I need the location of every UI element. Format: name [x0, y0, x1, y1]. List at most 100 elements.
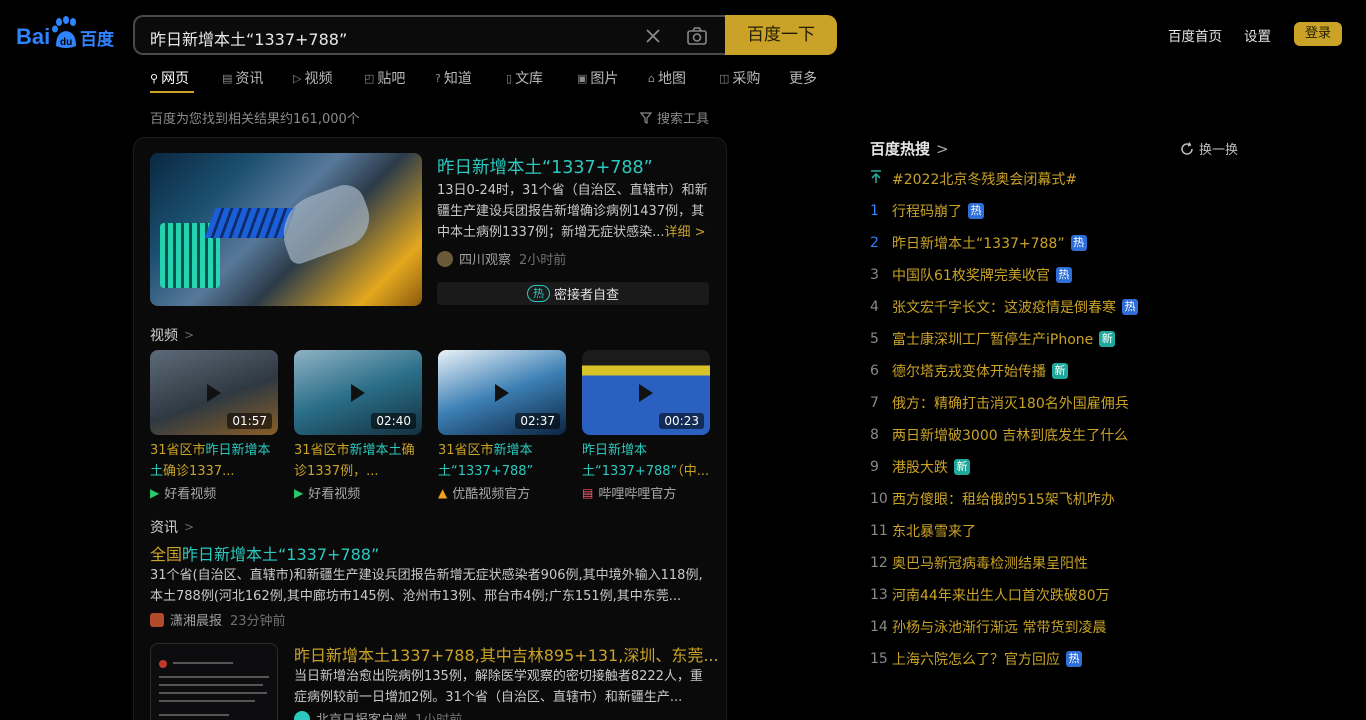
video-title[interactable]: 31省区市新增本土确诊1337例，...: [294, 440, 422, 482]
hot-item-text: 西方傻眼：租给俄的515架飞机咋办: [892, 492, 1115, 508]
tab-web[interactable]: ⚲ 网页: [150, 68, 189, 88]
search-button[interactable]: 百度一下: [725, 15, 837, 55]
news-title[interactable]: 昨日新增本土1337+788,其中吉林895+131,深圳、东莞...: [294, 642, 719, 666]
chevron-right-icon: >: [184, 520, 195, 534]
filter-icon: [640, 111, 652, 124]
video-source[interactable]: ▲ 优酷视频官方: [438, 483, 530, 503]
hot-list-title[interactable]: 百度热搜 >: [870, 138, 949, 159]
hot-list-item[interactable]: #2022北京冬残奥会闭幕式#: [870, 169, 1077, 189]
hot-list-item[interactable]: 11 东北暴雪来了: [870, 521, 976, 541]
search-tools-button[interactable]: 搜索工具: [640, 108, 709, 127]
settings-link[interactable]: 设置: [1244, 25, 1271, 45]
hot-list-item[interactable]: 8 两日新增破3000 吉林到底发生了什么: [870, 425, 1128, 445]
top-result-title[interactable]: 昨日新增本土“1337+788”: [437, 154, 653, 179]
svg-text:百度: 百度: [80, 29, 115, 50]
source-avatar-icon: [150, 612, 164, 627]
tieba-icon: ◰: [364, 71, 375, 85]
related-hot-tag[interactable]: 热 密接者自查: [437, 282, 709, 305]
video-title[interactable]: 昨日新增本土“1337+788”（中...: [582, 440, 710, 482]
hot-badge: 热: [1070, 235, 1087, 251]
hot-item-text: 张文宏千字长文：这波疫情是倒春寒: [892, 300, 1116, 316]
hot-list-item[interactable]: 14 孙杨与泳池渐行渐远 常带货到凌晨: [870, 617, 1106, 637]
news-desc: 当日新增治愈出院病例135例，解除医学观察的密切接触者8222人，重症病例较前一…: [294, 669, 703, 705]
bilibili-icon: ▤: [582, 485, 594, 500]
tab-zhidao[interactable]: ? 知道: [435, 68, 472, 88]
hot-item-text: 孙杨与泳池渐行渐远 常带货到凌晨: [892, 620, 1107, 636]
hot-list-item[interactable]: 9 港股大跌新: [870, 457, 970, 477]
svg-text:du: du: [60, 37, 72, 48]
play-icon: [639, 384, 653, 402]
refresh-button[interactable]: 换一换: [1180, 139, 1238, 158]
hot-item-text: 河南44年来出生人口首次跌破80万: [892, 588, 1110, 604]
hot-list-item[interactable]: 3 中国队61枚奖牌完美收官热: [870, 265, 1072, 285]
pin-top-icon: [870, 170, 892, 188]
hot-list-item[interactable]: 13 河南44年来出生人口首次跌破80万: [870, 585, 1110, 605]
hot-item-text: 俄方：精确打击消灭180名外国雇佣兵: [892, 396, 1129, 412]
hot-rank: 15: [870, 651, 888, 667]
hot-rank: 4: [870, 299, 879, 315]
tab-images[interactable]: ▣ 图片: [577, 68, 618, 88]
news-title[interactable]: 全国昨日新增本土“1337+788”: [150, 541, 379, 565]
chevron-right-icon: >: [936, 139, 949, 158]
source-avatar-icon: [437, 250, 453, 267]
hot-item-text: 东北暴雪来了: [892, 524, 976, 540]
active-tab-underline: [150, 91, 194, 93]
hot-rank: 10: [870, 491, 888, 507]
image-icon: ▣: [577, 71, 588, 85]
search-input-value[interactable]: 昨日新增本土“1337+788”: [150, 26, 347, 50]
hot-badge: 热: [1066, 651, 1082, 667]
hot-list-item[interactable]: 15 上海六院怎么了？官方回应热: [870, 649, 1082, 669]
hot-rank: 3: [870, 267, 879, 283]
hot-list-item[interactable]: 10 西方傻眼：租给俄的515架飞机咋办: [870, 489, 1115, 509]
video-source[interactable]: ▶ 好看视频: [150, 483, 216, 503]
map-icon: ⌂: [648, 71, 655, 85]
chevron-right-icon: >: [184, 328, 195, 342]
hot-rank: 14: [870, 619, 888, 635]
hot-list-item[interactable]: 6 德尔塔克戎变体开始传播新: [870, 361, 1068, 381]
hot-list-item[interactable]: 5 富士康深圳工厂暂停生产iPhone 新: [870, 329, 1116, 349]
tab-tieba[interactable]: ◰ 贴吧: [364, 68, 405, 88]
top-result-image[interactable]: [150, 153, 422, 306]
hot-rank: 12: [870, 555, 888, 571]
tab-shop[interactable]: ◫ 采购: [719, 68, 760, 88]
top-result-source[interactable]: 四川观察 2小时前: [437, 249, 566, 268]
news-source[interactable]: 潇湘晨报 23分钟前: [150, 610, 286, 629]
video-thumbnail[interactable]: 02:40: [294, 350, 422, 435]
news-thumbnail[interactable]: [150, 643, 278, 720]
baidu-logo[interactable]: Bai du 百度: [16, 16, 118, 52]
news-section-label[interactable]: 资讯 >: [150, 517, 194, 537]
search-input[interactable]: 昨日新增本土“1337+788”: [133, 15, 733, 55]
shop-icon: ◫: [719, 71, 730, 85]
video-section-label[interactable]: 视频 >: [150, 325, 194, 345]
video-thumbnail[interactable]: 00:23: [582, 350, 710, 435]
close-icon[interactable]: [643, 26, 663, 46]
tab-video[interactable]: ▷ 视频: [293, 68, 332, 88]
camera-icon[interactable]: [686, 25, 708, 47]
new-badge: 新: [1052, 363, 1068, 379]
hot-list-item[interactable]: 12 奥巴马新冠病毒检测结果呈阳性: [870, 553, 1088, 573]
tab-map[interactable]: ⌂ 地图: [648, 68, 686, 88]
hot-rank: 8: [870, 427, 879, 443]
detail-link[interactable]: 详细 >: [664, 225, 705, 240]
hot-list-item[interactable]: 2 昨日新增本土“1337+788” 热: [870, 233, 1087, 253]
hot-rank: 7: [870, 395, 879, 411]
video-title[interactable]: 31省区市新增本土“1337+788”: [438, 440, 566, 482]
news-source[interactable]: 北京日报客户端 1小时前: [294, 709, 462, 720]
hot-list-item[interactable]: 7 俄方：精确打击消灭180名外国雇佣兵: [870, 393, 1129, 413]
hot-item-text: 昨日新增本土“1337+788”: [892, 236, 1065, 252]
tab-more[interactable]: 更多: [789, 68, 817, 88]
hot-list-item[interactable]: 4 张文宏千字长文：这波疫情是倒春寒热: [870, 297, 1138, 317]
search-icon: ⚲: [150, 71, 159, 85]
tab-wenku[interactable]: ▯ 文库: [506, 68, 543, 88]
video-source[interactable]: ▶ 好看视频: [294, 483, 360, 503]
login-button[interactable]: 登录: [1294, 22, 1342, 46]
home-link[interactable]: 百度首页: [1168, 25, 1222, 45]
video-source[interactable]: ▤ 哔哩哔哩官方: [582, 483, 676, 503]
video-thumbnail[interactable]: 01:57: [150, 350, 278, 435]
video-thumbnail[interactable]: 02:37: [438, 350, 566, 435]
hot-item-text: 两日新增破3000 吉林到底发生了什么: [892, 428, 1129, 444]
tab-news[interactable]: ▤ 资讯: [222, 68, 263, 88]
video-title[interactable]: 31省区市昨日新增本土确诊1337...: [150, 440, 278, 482]
haokan-icon: ▶: [294, 485, 304, 500]
hot-list-item[interactable]: 1 行程码崩了热: [870, 201, 984, 221]
